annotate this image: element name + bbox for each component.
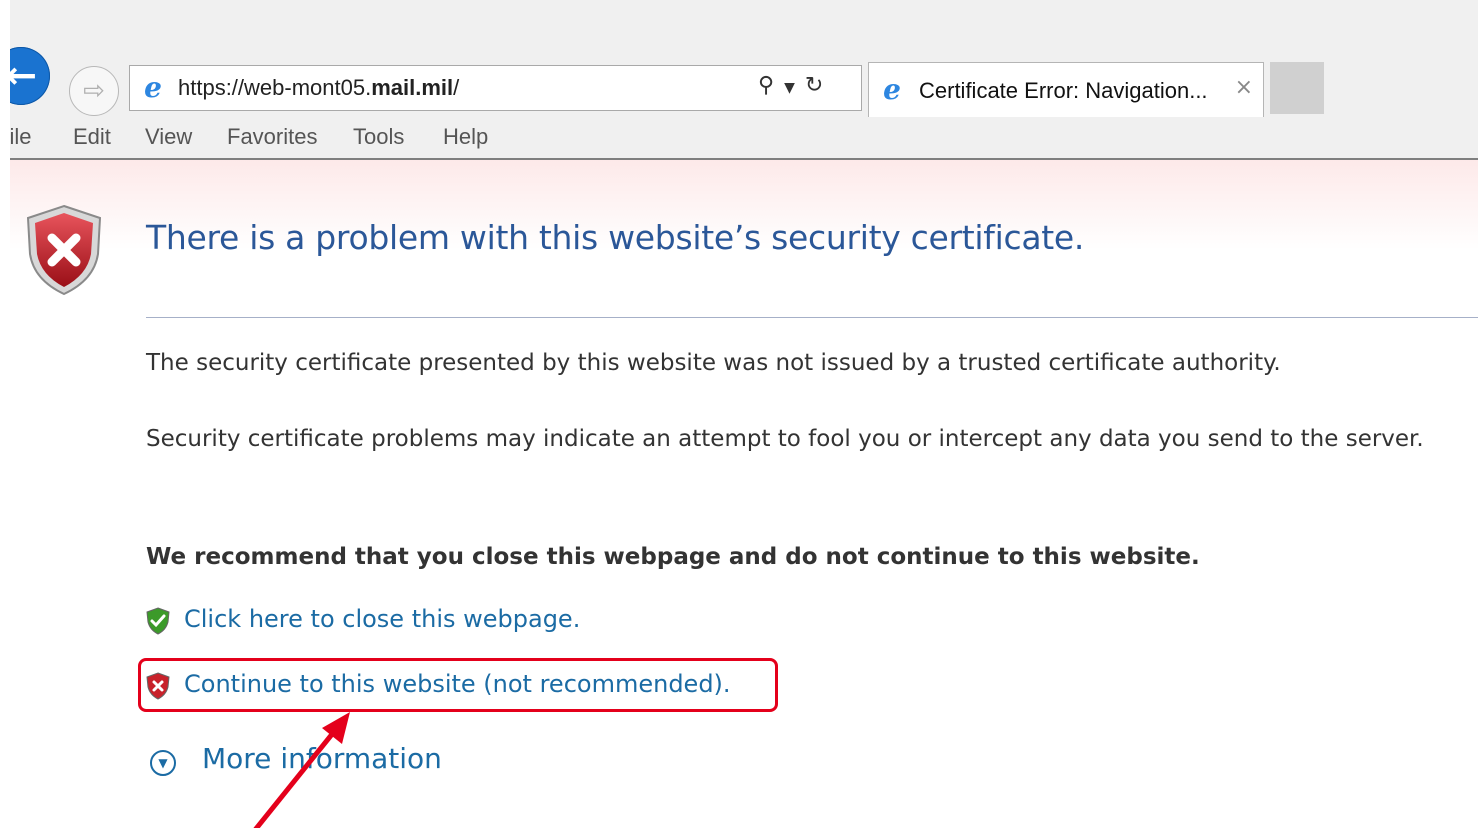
menu-favorites[interactable]: Favorites	[227, 124, 317, 150]
menu-help[interactable]: Help	[443, 124, 488, 150]
warning-text: Security certificate problems may indica…	[146, 426, 1424, 452]
refresh-icon[interactable]: ↻	[805, 73, 823, 98]
search-icon[interactable]: ⚲	[758, 73, 774, 98]
browser-tab[interactable]: e Certificate Error: Navigation... ×	[868, 62, 1264, 117]
ie-logo-icon: e	[883, 73, 901, 106]
more-information-label[interactable]: More information	[202, 742, 442, 775]
forward-arrow-icon: ⇨	[83, 76, 105, 106]
error-shield-icon	[26, 204, 102, 296]
annotation-highlight-box	[138, 658, 778, 712]
certificate-issue-text: The security certificate presented by th…	[146, 350, 1281, 376]
title-divider	[146, 317, 1478, 318]
close-webpage-label[interactable]: Click here to close this webpage.	[184, 605, 580, 633]
page-title: There is a problem with this website’s s…	[146, 218, 1085, 257]
error-page	[10, 160, 1478, 828]
window-edge	[0, 0, 10, 828]
url-text[interactable]: https://web-mont05.mail.mil/	[178, 75, 459, 101]
green-shield-icon	[146, 607, 170, 635]
forward-button[interactable]: ⇨	[69, 66, 119, 116]
url-suffix: /	[453, 75, 460, 100]
address-bar[interactable]: e https://web-mont05.mail.mil/ ⚲ ▼ ↻	[129, 65, 862, 111]
menu-edit[interactable]: Edit	[73, 124, 111, 150]
expand-chevron-icon: ▼	[150, 750, 176, 776]
menu-tools[interactable]: Tools	[353, 124, 404, 150]
recommendation-text: We recommend that you close this webpage…	[146, 544, 1200, 570]
tab-close-icon[interactable]: ×	[1235, 75, 1253, 100]
menu-view[interactable]: View	[145, 124, 192, 150]
tab-title: Certificate Error: Navigation...	[919, 78, 1208, 103]
url-domain: mail.mil	[371, 75, 454, 100]
address-tools: ⚲ ▼ ↻	[758, 73, 833, 98]
ie-logo-icon: e	[144, 71, 162, 104]
url-prefix: https://web-mont05.	[178, 75, 372, 100]
dropdown-icon[interactable]: ▼	[784, 80, 795, 96]
new-tab-button[interactable]	[1270, 62, 1324, 114]
